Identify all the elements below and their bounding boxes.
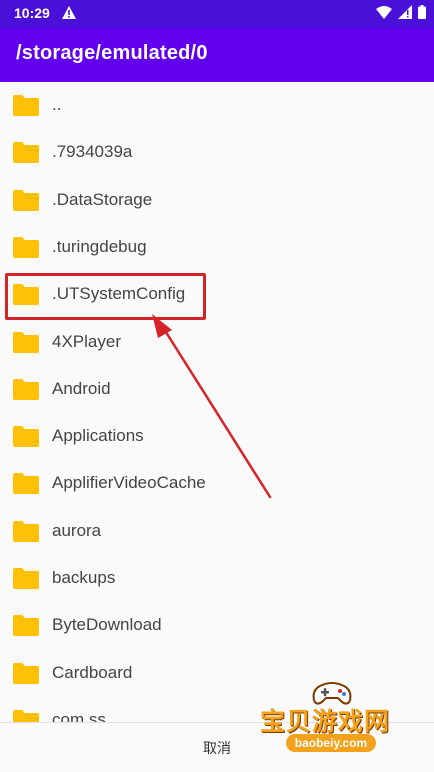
folder-name: Applications xyxy=(52,426,144,446)
signal-icon xyxy=(398,5,412,19)
folder-icon xyxy=(13,331,39,353)
folder-name: backups xyxy=(52,568,116,587)
folder-row[interactable]: ByteDownload xyxy=(0,602,434,649)
folder-name: Cardboard xyxy=(52,662,133,682)
folder-row[interactable]: .DataStorage xyxy=(0,177,434,224)
folder-name: ByteDownload xyxy=(52,615,162,635)
folder-icon xyxy=(13,709,39,722)
folder-name: .. xyxy=(52,95,62,114)
folder-name: 4XPlayer xyxy=(52,331,121,351)
folder-row[interactable]: .UTSystemConfig xyxy=(0,271,434,318)
folder-row[interactable]: .. xyxy=(0,82,434,129)
page-title: /storage/emulated/0 xyxy=(16,42,208,64)
status-time: 10:29 xyxy=(14,5,50,21)
cancel-button[interactable]: 取消 xyxy=(187,737,247,759)
folder-icon xyxy=(13,615,39,637)
folder-icon xyxy=(13,236,39,258)
folder-row[interactable]: 4XPlayer xyxy=(0,319,434,366)
folder-icon xyxy=(13,473,39,495)
app-bar: /storage/emulated/0 xyxy=(0,28,434,82)
folder-name: Android xyxy=(52,378,111,398)
battery-icon xyxy=(418,5,426,19)
folder-name: aurora xyxy=(52,520,102,540)
folder-name: com.ss xyxy=(52,709,106,722)
watermark: 宝贝游戏网 baobeiy.com xyxy=(258,680,408,760)
folder-icon xyxy=(13,662,39,684)
wifi-icon xyxy=(376,5,392,19)
folder-icon xyxy=(13,189,39,211)
folder-icon xyxy=(13,142,39,164)
folder-row[interactable]: backups xyxy=(0,555,434,602)
folder-icon xyxy=(13,378,39,400)
alert-triangle-icon xyxy=(62,6,76,19)
folder-row[interactable]: ApplifierVideoCache xyxy=(0,460,434,507)
folder-row[interactable]: Android xyxy=(0,366,434,413)
folder-name: .7934039a xyxy=(52,142,133,162)
folder-name: ApplifierVideoCache xyxy=(52,473,206,493)
folder-row[interactable]: .7934039a xyxy=(0,129,434,176)
folder-icon xyxy=(13,284,39,306)
folder-name: .turingdebug xyxy=(52,236,147,256)
watermark-url: baobeiy.com xyxy=(286,734,376,752)
folder-row[interactable]: aurora xyxy=(0,508,434,555)
status-bar: 10:29 xyxy=(0,0,434,28)
folder-name: .DataStorage xyxy=(52,189,153,209)
status-icons xyxy=(376,5,426,19)
folder-name: .UTSystemConfig xyxy=(52,284,186,304)
folder-row[interactable]: Applications xyxy=(0,413,434,460)
folder-list[interactable]: .. .7934039a .DataStorage .turingdebug .UTSy… xyxy=(0,82,434,722)
watermark-title: 宝贝游戏网 xyxy=(260,707,391,736)
folder-row[interactable]: .turingdebug xyxy=(0,224,434,271)
folder-icon xyxy=(13,568,39,589)
folder-icon xyxy=(13,95,39,116)
folder-icon xyxy=(13,426,39,448)
folder-icon xyxy=(13,520,39,542)
